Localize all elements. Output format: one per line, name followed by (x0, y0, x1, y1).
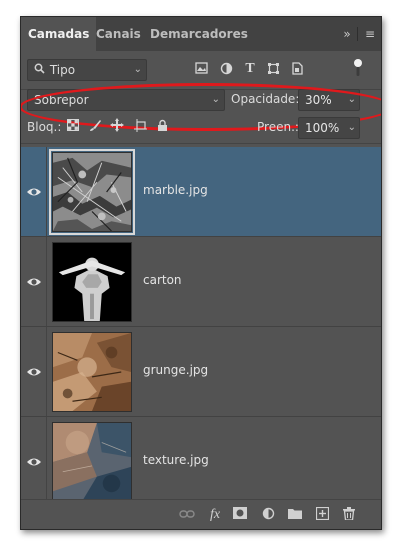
shape-filter-icon[interactable] (265, 62, 281, 78)
layer-row-grunge[interactable]: grunge.jpg (21, 327, 381, 417)
layers-list: marble.jpg carton grunge.jpg texture.jpg (21, 147, 381, 507)
layer-name-grunge: grunge.jpg (143, 363, 209, 377)
lock-position-icon[interactable] (109, 118, 125, 134)
tab-demarcadores[interactable]: Demarcadores (143, 17, 255, 51)
fx-icon[interactable]: fx (207, 507, 223, 523)
adjustment-filter-icon[interactable] (218, 62, 234, 78)
type-filter-icon[interactable]: T (242, 61, 258, 77)
layer-thumbnail-grunge (52, 332, 132, 412)
trash-icon[interactable] (341, 507, 357, 523)
lock-pixels-icon[interactable] (87, 119, 103, 135)
fill-label: Preen.: (257, 120, 299, 134)
layer-row-texture[interactable]: texture.jpg (21, 417, 381, 507)
blend-mode-value: Sobrepor (34, 93, 89, 107)
hamburger-menu-icon[interactable]: ≡ (362, 26, 378, 42)
layer-name-texture: texture.jpg (143, 453, 209, 467)
filter-kind-dropdown[interactable]: Tipo ⌄ (27, 59, 147, 81)
opacity-label: Opacidade: (231, 92, 300, 106)
eye-icon[interactable] (26, 184, 42, 200)
lock-transparent-icon[interactable] (65, 119, 81, 135)
smart-object-filter-icon[interactable] (289, 62, 305, 78)
visibility-column (21, 327, 47, 416)
lock-divider (21, 143, 381, 144)
layer-thumbnail-carton (52, 242, 132, 322)
header-divider (357, 27, 358, 41)
chevron-down-icon: ⌄ (347, 122, 356, 133)
layers-panel-footer: fx (21, 499, 381, 529)
layer-name-carton: carton (143, 273, 182, 287)
visibility-column (21, 237, 47, 326)
panel-tab-bar: Camadas Canais Demarcadores » ≡ (21, 17, 381, 51)
layer-thumbnail-texture (52, 422, 132, 502)
fill-field[interactable]: 100% ⌄ (298, 117, 360, 139)
filter-toggle-switch[interactable] (350, 58, 366, 76)
lock-all-icon[interactable] (154, 119, 170, 135)
layer-thumbnail-marble (49, 149, 135, 235)
image-filter-icon[interactable] (193, 62, 209, 78)
new-layer-icon[interactable] (314, 506, 330, 523)
layer-mask-icon[interactable] (232, 507, 248, 523)
filter-kind-value: Tipo (49, 63, 76, 77)
tab-camadas[interactable]: Camadas (21, 17, 97, 51)
visibility-column (21, 147, 47, 236)
link-layers-icon[interactable] (179, 507, 195, 523)
tab-canais[interactable]: Canais (89, 17, 148, 51)
chevron-down-icon: ⌄ (211, 94, 220, 105)
eye-icon[interactable] (26, 274, 42, 290)
lock-artboard-icon[interactable] (132, 119, 148, 135)
adjustment-layer-icon[interactable] (260, 507, 276, 523)
eye-icon[interactable] (26, 454, 42, 470)
layer-row-marble[interactable]: marble.jpg (21, 147, 381, 237)
group-folder-icon[interactable] (287, 507, 303, 523)
search-icon (34, 60, 46, 80)
layers-panel: Camadas Canais Demarcadores » ≡ Tipo ⌄ T… (20, 16, 382, 530)
layer-name-marble: marble.jpg (143, 183, 208, 197)
chevron-down-icon: ⌄ (347, 94, 356, 105)
blend-mode-dropdown[interactable]: Sobrepor ⌄ (27, 89, 225, 111)
opacity-field[interactable]: 30% ⌄ (298, 89, 360, 111)
opacity-value: 30% (305, 93, 332, 107)
lock-label: Bloq.: (27, 120, 62, 134)
chevron-down-icon: ⌄ (133, 64, 142, 75)
layer-row-carton[interactable]: carton (21, 237, 381, 327)
double-chevron-right-icon[interactable]: » (339, 26, 355, 42)
eye-icon[interactable] (26, 364, 42, 380)
visibility-column (21, 417, 47, 506)
fill-value: 100% (305, 121, 340, 135)
